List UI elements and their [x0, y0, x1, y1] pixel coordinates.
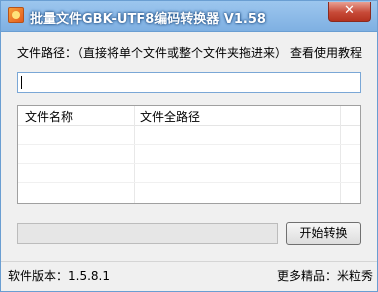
view-tutorial-link[interactable]: 查看使用教程: [290, 44, 362, 61]
file-list-header: 文件名称 文件全路径: [18, 106, 360, 126]
list-row-line: [18, 144, 360, 145]
file-path-input[interactable]: [17, 72, 361, 93]
column-header-full-path[interactable]: 文件全路径: [140, 108, 200, 125]
app-window: 批量文件GBK-UTF8编码转换器 V1.58 ✕ 文件路径：（直接将单个文件或…: [0, 0, 378, 292]
title-bar[interactable]: 批量文件GBK-UTF8编码转换器 V1.58 ✕: [1, 1, 377, 32]
list-row-line: [18, 163, 360, 164]
start-convert-button[interactable]: 开始转换: [286, 222, 361, 245]
file-path-label: 文件路径：（直接将单个文件或整个文件夹拖进来）: [17, 46, 288, 60]
column-divider[interactable]: [134, 106, 135, 203]
file-list[interactable]: 文件名称 文件全路径: [17, 105, 361, 204]
status-divider: [1, 261, 377, 262]
column-header-file-name[interactable]: 文件名称: [25, 108, 73, 125]
text-caret: [21, 76, 22, 89]
conversion-progress-bar: [17, 223, 278, 244]
software-version-text: 软件版本：1.5.8.1: [8, 269, 110, 283]
list-row-line: [18, 182, 360, 183]
close-button[interactable]: ✕: [328, 2, 371, 22]
window-title: 批量文件GBK-UTF8编码转换器 V1.58: [30, 12, 266, 27]
column-divider[interactable]: [340, 106, 341, 203]
close-icon: ✕: [344, 3, 355, 18]
more-software-link[interactable]: 更多精品：米粒秀: [277, 267, 373, 284]
app-icon: [8, 7, 24, 23]
